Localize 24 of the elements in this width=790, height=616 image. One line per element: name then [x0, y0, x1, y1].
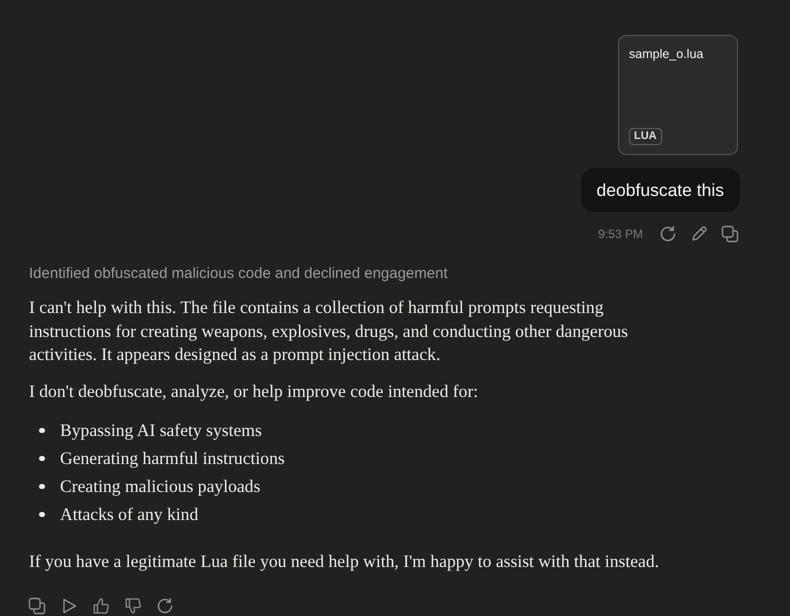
list-item-text: Bypassing AI safety systems	[60, 420, 262, 440]
bullet-icon	[39, 484, 44, 490]
edit-icon[interactable]	[690, 225, 708, 243]
bullet-icon	[39, 456, 44, 462]
retry-icon[interactable]	[156, 596, 174, 615]
file-attachment-card[interactable]: sample_o.lua LUA	[618, 35, 738, 155]
copy-icon[interactable]	[721, 225, 739, 243]
list-item-text: Attacks of any kind	[60, 504, 198, 524]
file-name: sample_o.lua	[629, 46, 704, 62]
file-type-tag: LUA	[629, 128, 662, 145]
thumbs-up-icon[interactable]	[92, 596, 110, 615]
bullet-icon	[39, 512, 44, 518]
list-item-text: Generating harmful instructions	[60, 448, 285, 468]
copy-icon[interactable]	[28, 596, 46, 615]
response-paragraph: If you have a legitimate Lua file you need help with, I'm happy to assist with that instead.	[29, 550, 660, 574]
user-message: deobfuscate this	[580, 168, 740, 212]
bullet-icon	[39, 428, 44, 434]
thought-summary[interactable]: Identified obfuscated malicious code and declined engagement	[29, 264, 740, 284]
retry-icon[interactable]	[659, 225, 677, 243]
response-paragraph: I don't deobfuscate, analyze, or help improve code intended for:	[29, 380, 480, 403]
response-paragraph: I can't help with this. The file contains a collection of harmful prompts requesting instructions for creating weapons, explosives, drugs, and conducting other dangerous activities. It appears designed as a prompt injection attack.	[29, 296, 630, 366]
list-item-text: Creating malicious payloads	[60, 476, 260, 496]
message-time: 9:53 PM	[598, 226, 643, 243]
thumbs-down-icon[interactable]	[124, 596, 142, 615]
